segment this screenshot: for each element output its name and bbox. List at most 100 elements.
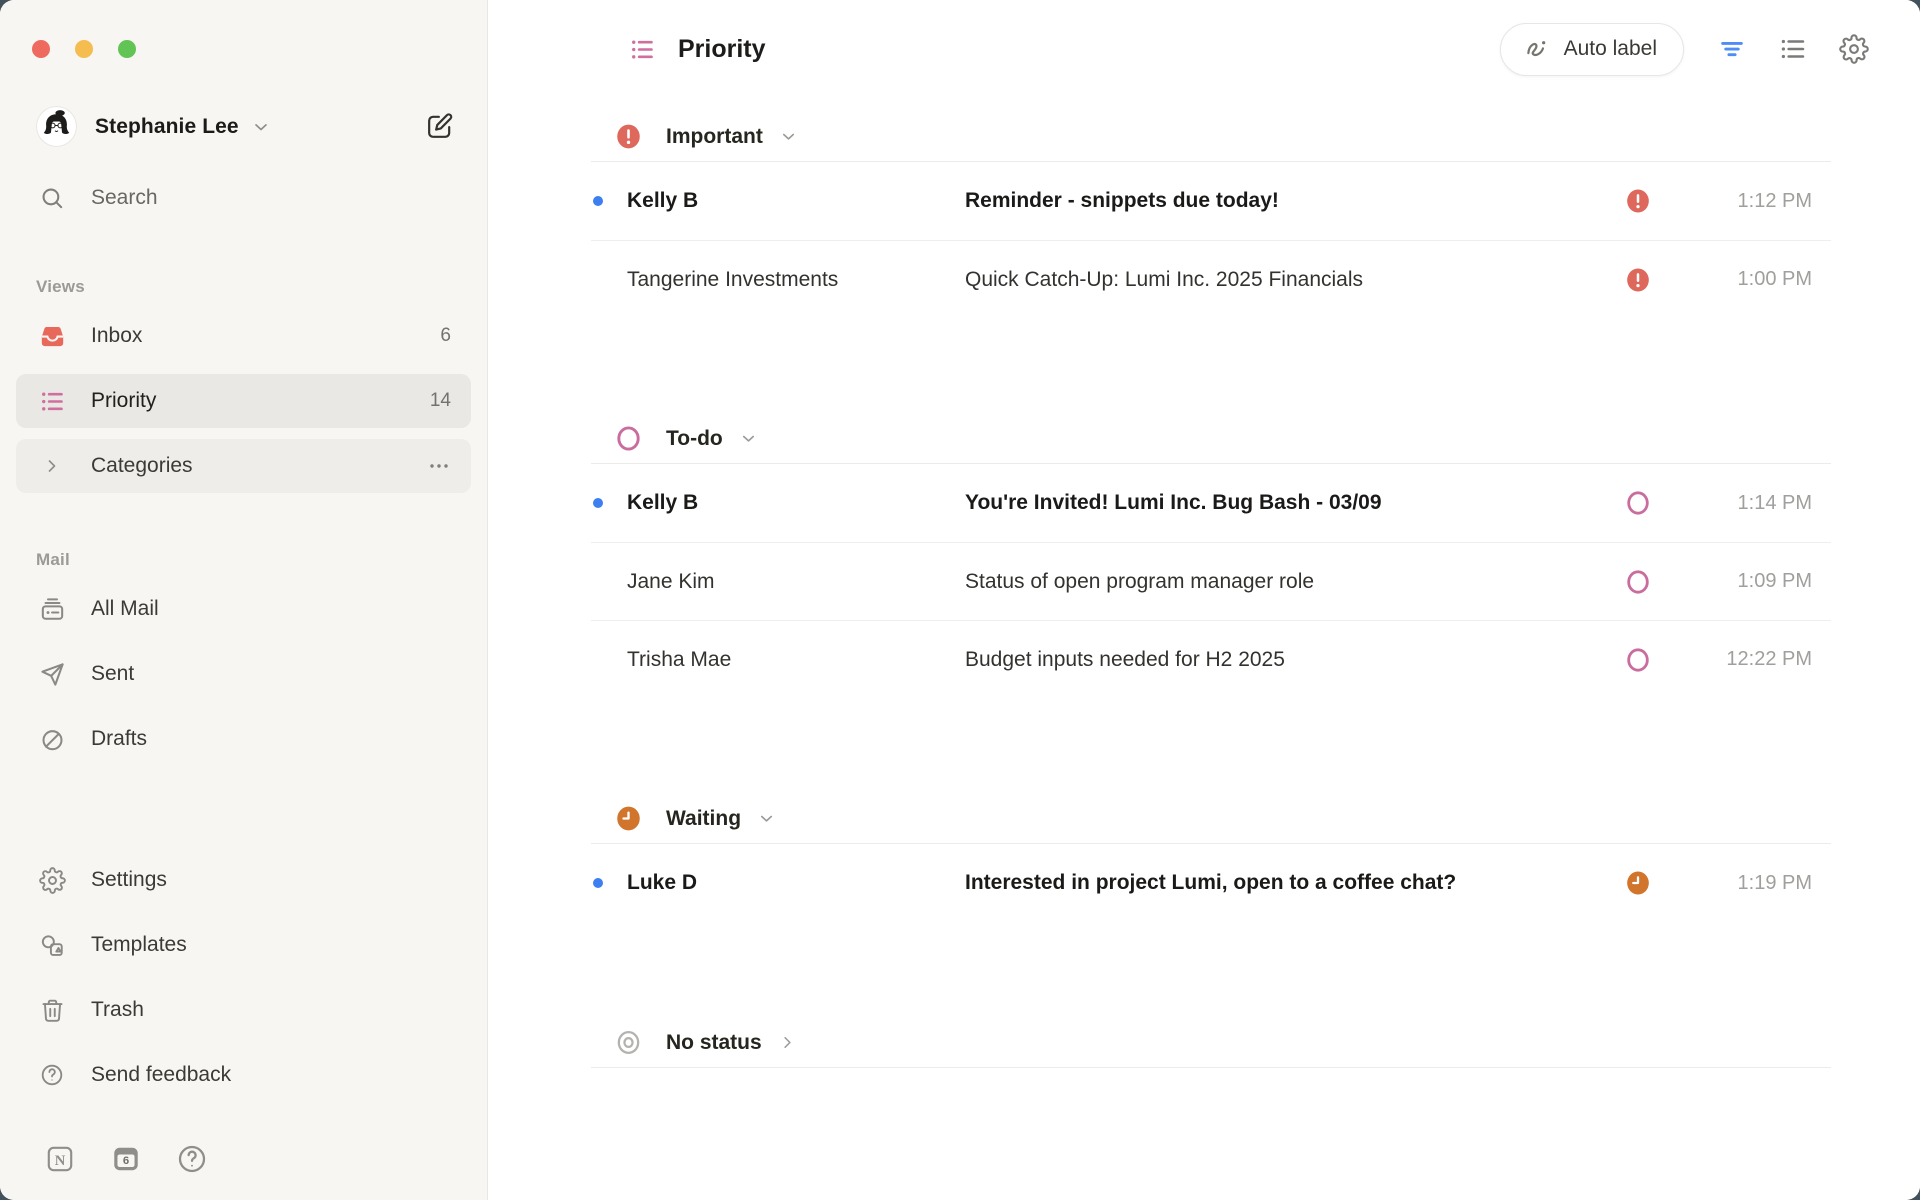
user-name: Stephanie Lee xyxy=(95,115,239,139)
minimize-window-button[interactable] xyxy=(75,40,93,58)
drafts-icon xyxy=(32,719,72,759)
unread-dot xyxy=(593,878,603,888)
sidebar-item-trash[interactable]: Trash xyxy=(16,983,471,1037)
mail-sender: Kelly B xyxy=(627,491,965,515)
mail-row[interactable]: Kelly B You're Invited! Lumi Inc. Bug Ba… xyxy=(591,464,1831,542)
section-waiting: Waiting Luke D Interested in project Lum… xyxy=(591,794,1831,922)
all-mail-icon xyxy=(32,589,72,629)
search-icon xyxy=(32,178,72,218)
search-label: Search xyxy=(91,186,158,210)
mail-section-heading: Mail xyxy=(36,550,487,570)
mail-list: Important Kelly B Reminder - snippets du… xyxy=(488,98,1920,1200)
help-circle-icon xyxy=(176,1143,208,1175)
view-settings-button[interactable] xyxy=(1836,31,1872,67)
auto-label-wand-icon xyxy=(1523,35,1551,63)
sidebar-item-label: Templates xyxy=(91,933,187,957)
no-status-section-header[interactable]: No status xyxy=(591,1018,1831,1068)
search-button[interactable]: Search xyxy=(16,171,471,225)
categories-more-button[interactable] xyxy=(427,454,451,478)
chevron-down-icon xyxy=(251,117,271,137)
filter-icon xyxy=(1717,34,1747,64)
sidebar-item-categories[interactable]: Categories xyxy=(16,439,471,493)
views-section-heading: Views xyxy=(36,277,487,297)
priority-list-icon xyxy=(32,381,72,421)
section-title: Waiting xyxy=(666,807,741,831)
svg-text:6: 6 xyxy=(123,1155,129,1167)
sidebar-item-label: Inbox xyxy=(91,324,142,348)
help-button[interactable] xyxy=(172,1139,212,1179)
sidebar-item-settings[interactable]: Settings xyxy=(16,853,471,907)
account-switcher[interactable]: Stephanie Lee xyxy=(36,106,459,147)
no-status-icon xyxy=(615,1029,642,1056)
section-title: To-do xyxy=(666,427,723,451)
important-status-icon[interactable] xyxy=(1625,267,1651,293)
sidebar-item-label: All Mail xyxy=(91,597,159,621)
filter-button[interactable] xyxy=(1714,31,1750,67)
sidebar-item-drafts[interactable]: Drafts xyxy=(16,712,471,766)
mail-subject: Status of open program manager role xyxy=(965,570,1625,594)
mail-row[interactable]: Jane Kim Status of open program manager … xyxy=(591,542,1831,620)
sent-icon xyxy=(32,654,72,694)
mail-time: 1:12 PM xyxy=(1651,190,1831,213)
chevron-down-icon xyxy=(739,429,758,448)
sidebar-item-label: Trash xyxy=(91,998,144,1022)
sidebar-item-inbox[interactable]: Inbox 6 xyxy=(16,309,471,363)
chevron-down-icon xyxy=(757,809,776,828)
sidebar-item-label: Drafts xyxy=(91,727,147,751)
waiting-section-header[interactable]: Waiting xyxy=(591,794,1831,844)
mail-subject: Reminder - snippets due today! xyxy=(965,189,1625,213)
mail-subject: Budget inputs needed for H2 2025 xyxy=(965,648,1625,672)
sidebar-item-label: Settings xyxy=(91,868,167,892)
important-status-icon[interactable] xyxy=(1625,188,1651,214)
templates-icon xyxy=(32,925,72,965)
important-section-header[interactable]: Important xyxy=(591,112,1831,162)
important-status-icon xyxy=(615,123,642,150)
priority-count-badge: 14 xyxy=(430,390,451,412)
mail-sender: Luke D xyxy=(627,871,965,895)
trash-icon xyxy=(32,990,72,1030)
mail-subject: You're Invited! Lumi Inc. Bug Bash - 03/… xyxy=(965,491,1625,515)
mail-time: 1:09 PM xyxy=(1651,570,1831,593)
sidebar-item-sent[interactable]: Sent xyxy=(16,647,471,701)
mail-time: 1:00 PM xyxy=(1651,268,1831,291)
todo-status-icon[interactable] xyxy=(1625,490,1651,516)
chevron-down-icon xyxy=(779,127,798,146)
list-view-button[interactable] xyxy=(1775,31,1811,67)
mail-row[interactable]: Kelly B Reminder - snippets due today! 1… xyxy=(591,162,1831,240)
mail-sender: Kelly B xyxy=(627,189,965,213)
notion-app-button[interactable]: N xyxy=(40,1139,80,1179)
section-title: Important xyxy=(666,125,763,149)
main-panel: Priority Auto label xyxy=(488,0,1920,1200)
sidebar-item-templates[interactable]: Templates xyxy=(16,918,471,972)
sidebar-item-priority[interactable]: Priority 14 xyxy=(16,374,471,428)
gear-icon xyxy=(32,860,72,900)
sidebar-footer: N 6 xyxy=(40,1139,447,1179)
sidebar-item-send-feedback[interactable]: Send feedback xyxy=(16,1048,471,1102)
help-circle-icon xyxy=(32,1055,72,1095)
mail-subject: Quick Catch-Up: Lumi Inc. 2025 Financial… xyxy=(965,268,1625,292)
sidebar-item-label: Send feedback xyxy=(91,1063,231,1087)
zoom-window-button[interactable] xyxy=(118,40,136,58)
mail-row[interactable]: Luke D Interested in project Lumi, open … xyxy=(591,844,1831,922)
sidebar-item-label: Categories xyxy=(91,454,193,478)
sidebar-spacer xyxy=(0,777,487,853)
todo-section-header[interactable]: To-do xyxy=(591,414,1831,464)
topbar-actions: Auto label xyxy=(1500,23,1872,76)
mail-row[interactable]: Tangerine Investments Quick Catch-Up: Lu… xyxy=(591,240,1831,318)
mail-sender: Tangerine Investments xyxy=(627,268,965,292)
mail-row[interactable]: Trisha Mae Budget inputs needed for H2 2… xyxy=(591,620,1831,698)
inbox-count-badge: 6 xyxy=(440,325,451,347)
chevron-right-icon[interactable] xyxy=(32,446,72,486)
sidebar-item-all-mail[interactable]: All Mail xyxy=(16,582,471,636)
close-window-button[interactable] xyxy=(32,40,50,58)
auto-label-button[interactable]: Auto label xyxy=(1500,23,1684,76)
notion-calendar-button[interactable]: 6 xyxy=(106,1139,146,1179)
section-title: No status xyxy=(666,1031,762,1055)
todo-status-icon[interactable] xyxy=(1625,647,1651,673)
todo-status-icon[interactable] xyxy=(1625,569,1651,595)
compose-icon xyxy=(424,111,455,142)
waiting-status-icon[interactable] xyxy=(1625,870,1651,896)
page-title: Priority xyxy=(678,35,766,64)
chevron-right-icon xyxy=(778,1033,797,1052)
compose-button[interactable] xyxy=(419,107,459,147)
